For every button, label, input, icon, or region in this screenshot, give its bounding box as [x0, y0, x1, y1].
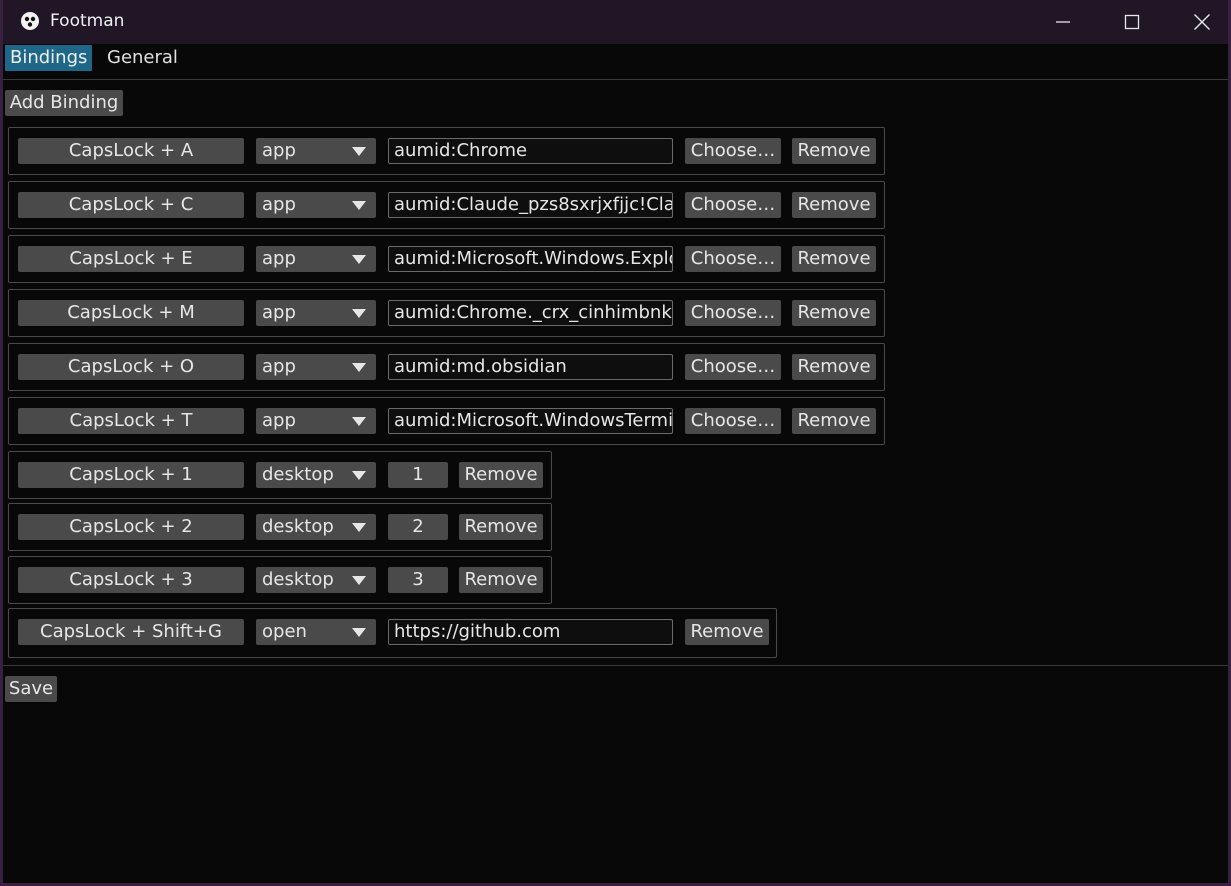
remove-button[interactable]: Remove — [459, 514, 543, 540]
action-type-select[interactable]: desktop — [256, 567, 376, 593]
target-input[interactable]: aumid:Microsoft.WindowsTerminal — [388, 408, 673, 434]
remove-button[interactable]: Remove — [459, 462, 543, 488]
minimize-button[interactable] — [1028, 0, 1098, 44]
remove-button[interactable]: Remove — [792, 192, 876, 218]
remove-button[interactable]: Remove — [685, 619, 769, 645]
chevron-down-icon — [352, 201, 366, 210]
remove-button[interactable]: Remove — [792, 138, 876, 164]
desktop-number-field[interactable]: 2 — [388, 514, 448, 540]
minimize-icon — [1056, 21, 1070, 23]
app-window: Footman Bindings General Add Binding Cap… — [0, 0, 1231, 886]
hotkey-button[interactable]: CapsLock + 2 — [18, 514, 244, 540]
choose-button[interactable]: Choose… — [685, 354, 781, 380]
hotkey-button[interactable]: CapsLock + T — [18, 408, 244, 434]
chevron-down-icon — [352, 417, 366, 426]
hotkey-button[interactable]: CapsLock + E — [18, 246, 244, 272]
action-type-value: app — [262, 302, 296, 323]
binding-row: CapsLock + 2 desktop 2 Remove — [8, 503, 552, 551]
binding-row: CapsLock + T app aumid:Microsoft.Windows… — [8, 397, 885, 445]
binding-row: CapsLock + M app aumid:Chrome._crx_cinhi… — [8, 289, 885, 337]
action-type-value: app — [262, 410, 296, 431]
chevron-down-icon — [352, 471, 366, 480]
remove-button[interactable]: Remove — [792, 246, 876, 272]
url-input[interactable]: https://github.com — [388, 619, 673, 645]
action-type-value: desktop — [262, 569, 334, 590]
action-type-value: open — [262, 621, 307, 642]
action-type-value: app — [262, 248, 296, 269]
action-type-select[interactable]: desktop — [256, 462, 376, 488]
choose-button[interactable]: Choose… — [685, 138, 781, 164]
remove-button[interactable]: Remove — [792, 300, 876, 326]
action-type-select[interactable]: open — [256, 619, 376, 645]
action-type-select[interactable]: app — [256, 192, 376, 218]
hotkey-button[interactable]: CapsLock + C — [18, 192, 244, 218]
app-logo-icon — [21, 12, 39, 30]
chevron-down-icon — [352, 523, 366, 532]
chevron-down-icon — [352, 309, 366, 318]
choose-button[interactable]: Choose… — [685, 246, 781, 272]
action-type-value: app — [262, 356, 296, 377]
target-input[interactable]: aumid:Claude_pzs8sxrjxfjjc!Claude — [388, 192, 673, 218]
action-type-value: app — [262, 194, 296, 215]
chevron-down-icon — [352, 628, 366, 637]
remove-button[interactable]: Remove — [792, 408, 876, 434]
binding-row: CapsLock + O app aumid:md.obsidian Choos… — [8, 343, 885, 391]
add-binding-button[interactable]: Add Binding — [5, 90, 123, 116]
desktop-number-field[interactable]: 3 — [388, 567, 448, 593]
close-button[interactable] — [1167, 0, 1231, 44]
action-type-select[interactable]: app — [256, 246, 376, 272]
hotkey-button[interactable]: CapsLock + M — [18, 300, 244, 326]
remove-button[interactable]: Remove — [792, 354, 876, 380]
hotkey-button[interactable]: CapsLock + A — [18, 138, 244, 164]
chevron-down-icon — [352, 363, 366, 372]
save-button[interactable]: Save — [5, 676, 57, 702]
remove-button[interactable]: Remove — [459, 567, 543, 593]
action-type-value: desktop — [262, 516, 334, 537]
target-input[interactable]: aumid:Chrome — [388, 138, 673, 164]
maximize-icon — [1124, 14, 1140, 30]
tab-bindings[interactable]: Bindings — [5, 45, 93, 71]
action-type-select[interactable]: app — [256, 354, 376, 380]
binding-row: CapsLock + A app aumid:Chrome Choose… Re… — [8, 127, 885, 175]
window-title: Footman — [50, 11, 125, 31]
hotkey-button[interactable]: CapsLock + 3 — [18, 567, 244, 593]
hotkey-button[interactable]: CapsLock + Shift+G — [18, 619, 244, 645]
chevron-down-icon — [352, 147, 366, 156]
hotkey-button[interactable]: CapsLock + O — [18, 354, 244, 380]
binding-row: CapsLock + C app aumid:Claude_pzs8sxrjxf… — [8, 181, 885, 229]
binding-row: CapsLock + 3 desktop 3 Remove — [8, 556, 552, 604]
chevron-down-icon — [352, 576, 366, 585]
binding-row: CapsLock + 1 desktop 1 Remove — [8, 451, 552, 499]
action-type-value: app — [262, 140, 296, 161]
action-type-select[interactable]: desktop — [256, 514, 376, 540]
choose-button[interactable]: Choose… — [685, 408, 781, 434]
tab-bar: Bindings General — [3, 44, 1228, 80]
desktop-number-field[interactable]: 1 — [388, 462, 448, 488]
choose-button[interactable]: Choose… — [685, 300, 781, 326]
binding-row: CapsLock + Shift+G open https://github.c… — [8, 608, 777, 658]
target-input[interactable]: aumid:Chrome._crx_cinhimbnkkaeohf — [388, 300, 673, 326]
action-type-select[interactable]: app — [256, 138, 376, 164]
hotkey-button[interactable]: CapsLock + 1 — [18, 462, 244, 488]
close-icon — [1194, 14, 1210, 30]
title-bar[interactable]: Footman — [3, 0, 1228, 44]
chevron-down-icon — [352, 255, 366, 264]
tab-general[interactable]: General — [102, 45, 183, 71]
choose-button[interactable]: Choose… — [685, 192, 781, 218]
target-input[interactable]: aumid:Microsoft.Windows.Explorer — [388, 246, 673, 272]
action-type-value: desktop — [262, 464, 334, 485]
action-type-select[interactable]: app — [256, 408, 376, 434]
binding-row: CapsLock + E app aumid:Microsoft.Windows… — [8, 235, 885, 283]
maximize-button[interactable] — [1097, 0, 1167, 44]
target-input[interactable]: aumid:md.obsidian — [388, 354, 673, 380]
action-type-select[interactable]: app — [256, 300, 376, 326]
section-divider — [3, 665, 1228, 666]
